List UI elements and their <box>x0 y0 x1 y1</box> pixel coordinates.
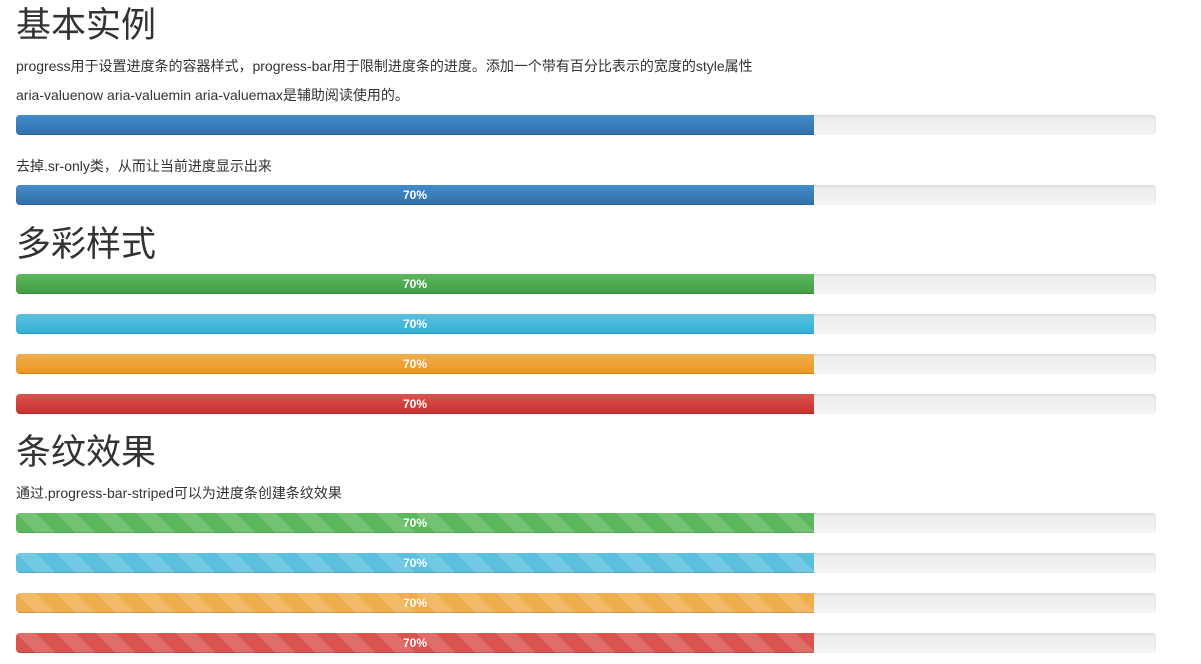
striped-success-progress-bar: 70% <box>16 513 814 533</box>
labeled-progress: 70% <box>16 185 1156 205</box>
warning-progress-bar: 70% <box>16 354 814 374</box>
success-progress-bar: 70% <box>16 274 814 294</box>
aria-description: aria-valuenow aria-valuemin aria-valuema… <box>16 87 409 103</box>
basic-section-title: 基本实例 <box>16 6 157 46</box>
sr-only-description: 去掉.sr-only类，从而让当前进度显示出来 <box>16 158 272 174</box>
striped-section-title: 条纹效果 <box>16 433 157 473</box>
striped-danger-progress: 70% <box>16 633 1156 653</box>
striped-info-progress-bar: 70% <box>16 553 814 573</box>
info-progress: 70% <box>16 314 1156 334</box>
striped-warning-progress-bar: 70% <box>16 593 814 613</box>
basic-progress-bar <box>16 115 814 135</box>
danger-progress-bar: 70% <box>16 394 814 414</box>
warning-progress: 70% <box>16 354 1156 374</box>
basic-progress <box>16 115 1156 135</box>
success-progress: 70% <box>16 274 1156 294</box>
danger-progress: 70% <box>16 394 1156 414</box>
striped-danger-progress-bar: 70% <box>16 633 814 653</box>
colorful-section-title: 多彩样式 <box>16 225 157 265</box>
striped-description: 通过.progress-bar-striped可以为进度条创建条纹效果 <box>16 485 342 501</box>
striped-warning-progress: 70% <box>16 593 1156 613</box>
info-progress-bar: 70% <box>16 314 814 334</box>
basic-description: progress用于设置进度条的容器样式，progress-bar用于限制进度条… <box>16 58 753 74</box>
labeled-progress-bar: 70% <box>16 185 814 205</box>
striped-success-progress: 70% <box>16 513 1156 533</box>
striped-info-progress: 70% <box>16 553 1156 573</box>
